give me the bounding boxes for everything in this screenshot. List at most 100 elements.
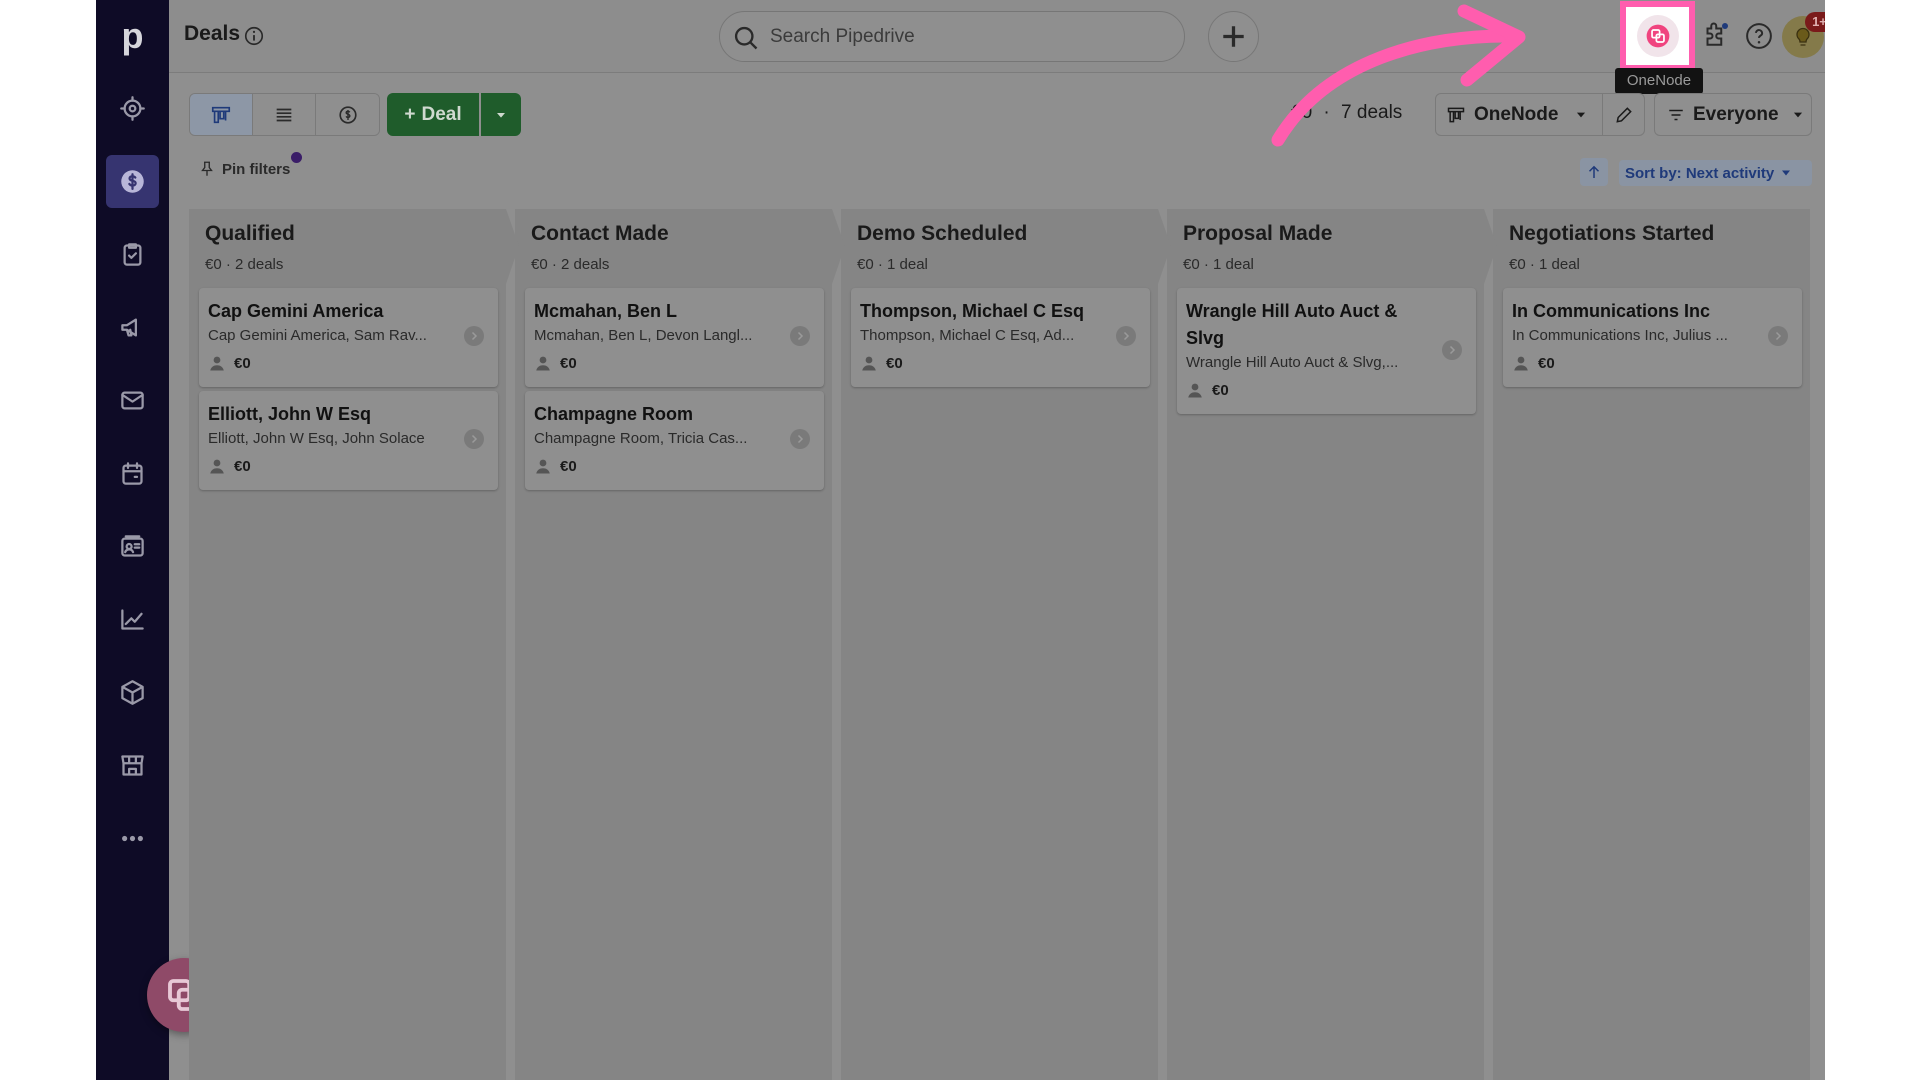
person-icon xyxy=(536,459,550,474)
stage-summary: €0 · 1 deal xyxy=(857,256,928,273)
sidebar-item-campaigns[interactable] xyxy=(106,301,159,354)
next-activity-button[interactable] xyxy=(790,429,810,449)
list-icon xyxy=(276,108,292,121)
onenode-extension-button[interactable] xyxy=(1620,1,1695,71)
deal-card[interactable]: In Communications Inc In Communications … xyxy=(1503,288,1802,387)
add-deal-button[interactable]: + Deal xyxy=(387,93,479,136)
deal-title: Cap Gemini America xyxy=(208,301,384,321)
deal-card[interactable]: Elliott, John W Esq Elliott, John W Esq,… xyxy=(199,391,498,490)
stage-title: Contact Made xyxy=(531,222,669,245)
stage-summary: €0 · 1 deal xyxy=(1509,256,1580,273)
pin-icon xyxy=(201,161,213,176)
next-activity-button[interactable] xyxy=(1768,326,1788,346)
next-activity-button[interactable] xyxy=(790,326,810,346)
filter-indicator-dot xyxy=(291,152,302,163)
chevron-right-icon xyxy=(1449,345,1456,355)
chevron-right-icon xyxy=(1123,331,1130,341)
filter-icon xyxy=(1669,109,1683,120)
next-activity-button[interactable] xyxy=(464,429,484,449)
sidebar: p xyxy=(96,0,221,1080)
extensions-button[interactable] xyxy=(1693,14,1737,58)
kanban-icon xyxy=(211,106,231,123)
deal-subtitle: Cap Gemini America, Sam Rav... xyxy=(208,327,427,344)
edit-pipeline-button[interactable] xyxy=(1602,93,1645,136)
person-icon xyxy=(210,459,224,474)
list-view-button[interactable] xyxy=(253,94,316,135)
products-icon xyxy=(121,680,144,705)
contacts-icon xyxy=(121,535,144,557)
chevron-right-icon xyxy=(471,434,478,444)
sidebar-item-calendar[interactable] xyxy=(106,447,159,500)
search-input[interactable] xyxy=(770,22,1170,52)
deal-card[interactable]: Mcmahan, Ben L Mcmahan, Ben L, Devon Lan… xyxy=(525,288,824,387)
notification-badge: 1+ xyxy=(1805,12,1825,32)
deal-card[interactable]: Wrangle Hill Auto Auct & Slvg Wrangle Hi… xyxy=(1177,288,1476,414)
stage-column: Demo Scheduled €0 · 1 deal Thompson, Mic… xyxy=(841,209,1171,1080)
sort-by-button[interactable]: Sort by: Next activity xyxy=(1619,160,1812,186)
forecast-view-button[interactable] xyxy=(316,94,379,135)
sidebar-item-marketplace[interactable] xyxy=(106,739,159,792)
mail-icon xyxy=(121,391,144,410)
chevron-down-icon xyxy=(1577,112,1586,117)
deal-subtitle: Wrangle Hill Auto Auct & Slvg,... xyxy=(1186,354,1399,371)
deal-subtitle: In Communications Inc, Julius ... xyxy=(1512,327,1728,344)
deal-card[interactable]: Thompson, Michael C Esq Thompson, Michae… xyxy=(851,288,1150,387)
stage-header: Demo Scheduled €0 · 1 deal xyxy=(841,209,1171,284)
stage-title: Qualified xyxy=(205,222,295,245)
deal-value: €0 xyxy=(1212,381,1229,399)
pencil-icon xyxy=(1615,106,1632,123)
plus-icon xyxy=(1223,26,1244,47)
deal-title: Champagne Room xyxy=(534,404,694,424)
deal-subtitle: Thompson, Michael C Esq, Ad... xyxy=(860,327,1075,344)
next-activity-button[interactable] xyxy=(1442,340,1462,360)
add-deal-dropdown[interactable] xyxy=(481,93,521,136)
info-icon[interactable] xyxy=(243,25,265,47)
stage-header: Negotiations Started €0 · 1 deal xyxy=(1493,209,1810,284)
stage-title: Negotiations Started xyxy=(1509,222,1715,245)
sidebar-item-deals[interactable] xyxy=(106,155,159,208)
onenode-logo-icon xyxy=(1646,24,1669,48)
search-box[interactable] xyxy=(719,11,1185,62)
stage-title: Demo Scheduled xyxy=(857,222,1028,245)
sidebar-item-mail[interactable] xyxy=(106,374,159,427)
deal-subtitle: Champagne Room, Tricia Cas... xyxy=(534,430,748,447)
sidebar-item-activities[interactable] xyxy=(106,228,159,281)
arrow-up-icon xyxy=(1588,165,1600,178)
tasks-icon xyxy=(123,243,142,266)
owner-filter-button[interactable]: Everyone xyxy=(1654,93,1812,136)
sidebar-item-more[interactable] xyxy=(106,812,159,865)
deal-value: €0 xyxy=(1538,354,1555,372)
app-window: p Deals Search Pipedrive OneNode 1+ + De… xyxy=(96,0,1825,1080)
view-switcher xyxy=(189,93,380,136)
person-icon xyxy=(862,356,876,371)
campaigns-icon xyxy=(121,318,137,337)
sort-direction-button[interactable] xyxy=(1580,158,1608,186)
stage-header: Contact Made €0 · 2 deals xyxy=(515,209,845,284)
sidebar-item-insights[interactable] xyxy=(106,593,159,646)
forecast-icon xyxy=(338,105,357,124)
pipeline-view-button[interactable] xyxy=(190,94,253,135)
pipeline-select[interactable]: OneNode xyxy=(1435,93,1603,136)
top-bar: Deals OneNode 1+ BL xyxy=(169,0,1825,94)
sidebar-item-focus[interactable] xyxy=(106,82,159,135)
deal-value: €0 xyxy=(234,354,251,372)
pipedrive-logo[interactable]: p xyxy=(96,14,169,58)
next-activity-button[interactable] xyxy=(464,326,484,346)
deal-card[interactable]: Cap Gemini America Cap Gemini America, S… xyxy=(199,288,498,387)
chevron-right-icon xyxy=(797,331,804,341)
stage-column: Proposal Made €0 · 1 deal Wrangle Hill A… xyxy=(1167,209,1497,1080)
next-activity-button[interactable] xyxy=(1116,326,1136,346)
sidebar-item-contacts[interactable] xyxy=(106,520,159,573)
help-icon xyxy=(1746,23,1772,49)
person-icon xyxy=(536,356,550,371)
deal-value: €0 xyxy=(886,354,903,372)
sidebar-item-products[interactable] xyxy=(106,666,159,719)
deal-value: €0 xyxy=(234,457,251,475)
pin-filters-button[interactable]: Pin filters xyxy=(198,160,290,178)
calendar-icon xyxy=(122,462,143,485)
quick-add-button[interactable] xyxy=(1208,11,1259,62)
deal-title: Wrangle Hill Auto Auct & Slvg xyxy=(1186,301,1398,348)
deal-card[interactable]: Champagne Room Champagne Room, Tricia Ca… xyxy=(525,391,824,490)
person-icon xyxy=(1188,383,1202,398)
help-button[interactable] xyxy=(1737,14,1781,58)
